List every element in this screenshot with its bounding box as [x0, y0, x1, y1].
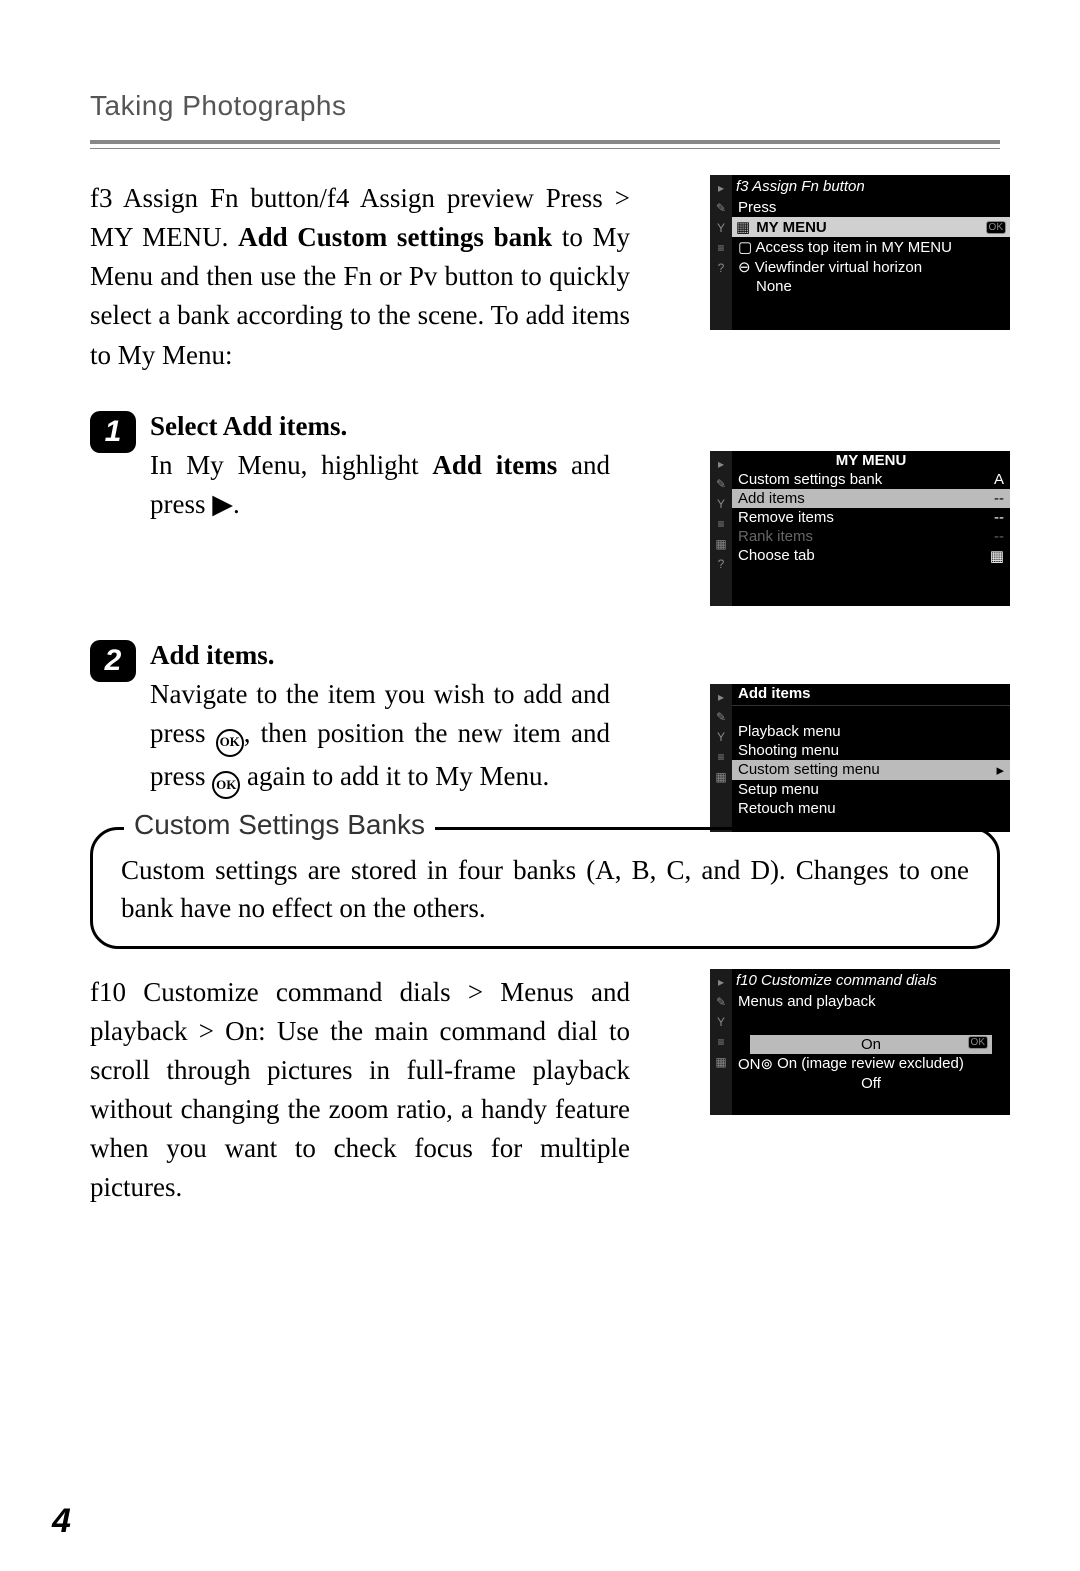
- screenshot-my-menu: ▸ ✎ Y ≡ ▦ ? MY MENU Custom settings bank…: [710, 451, 1010, 606]
- step2-body: Navigate to the item you wish to add and…: [150, 675, 610, 799]
- callout-custom-settings-banks: Custom Settings Banks Custom settings ar…: [90, 827, 1000, 949]
- intro-bold: Add Custom settings bank: [238, 222, 552, 252]
- shot-b-row: Remove items: [738, 509, 834, 526]
- ok-glyph-icon: OK: [212, 771, 240, 799]
- side-icon: Y: [717, 1015, 725, 1029]
- shot-b-title: MY MENU: [732, 451, 1010, 470]
- side-icon: ✎: [716, 477, 726, 491]
- shot-d-item: Off: [861, 1075, 881, 1092]
- shot-a-item: Viewfinder virtual horizon: [755, 259, 922, 276]
- ok-badge-icon: OK: [968, 1036, 988, 1049]
- step2-title-b: Add items.: [150, 640, 275, 670]
- side-icon: ▸: [718, 690, 724, 704]
- side-icon: ?: [718, 261, 725, 275]
- side-icon: ≡: [717, 750, 724, 764]
- shot-a-sub: Press: [738, 199, 776, 216]
- side-icon: ▸: [718, 975, 724, 989]
- callout-body: Custom settings are stored in four banks…: [90, 827, 1000, 949]
- screenshot-add-items: ▸ ✎ Y ≡ ▦ Add items Playback menu Shooti…: [710, 684, 1010, 832]
- shot-a-item: Access top item in MY MENU: [756, 239, 952, 256]
- side-icon: ▦: [715, 770, 726, 784]
- mymenu-icon: ▦: [736, 218, 750, 236]
- intro-paragraph: f3 Assign Fn button/f4 Assign preview Pr…: [90, 179, 630, 375]
- shot-c-item: Playback menu: [738, 723, 841, 740]
- side-icon: Y: [717, 221, 725, 235]
- side-icon: ✎: [716, 710, 726, 724]
- shot-b-row: Custom settings bank: [738, 471, 882, 488]
- shot-b-row: Add items: [738, 490, 805, 507]
- step1-title-b: Add items.: [223, 411, 348, 441]
- side-icon: ▸: [718, 457, 724, 471]
- side-icon: ▦: [715, 537, 726, 551]
- header-rule: [90, 140, 1000, 149]
- shot-d-item: On (image review excluded): [777, 1055, 964, 1073]
- shot-b-row: Choose tab: [738, 547, 815, 565]
- side-icon: ▸: [718, 181, 724, 195]
- screenshot-assign-fn: ▸ ✎ Y ≡ ? f3 Assign Fn button Press ▦ MY…: [710, 175, 1010, 330]
- shot-a-title: f3 Assign Fn button: [736, 178, 865, 195]
- callout-title: Custom Settings Banks: [124, 809, 435, 841]
- page-number: 4: [52, 1502, 71, 1541]
- shot-d-item: On: [861, 1036, 881, 1053]
- ok-glyph-icon: OK: [216, 729, 244, 757]
- shot-c-item: Retouch menu: [738, 800, 836, 817]
- shot-c-item: Setup menu: [738, 781, 819, 798]
- step1-title-a: Select: [150, 411, 223, 441]
- shot-c-item: Shooting menu: [738, 742, 839, 759]
- screenshot-customize-dials: ▸ ✎ Y ≡ ▦ f10 Customize command dials Me…: [710, 969, 1010, 1115]
- shot-a-item: None: [738, 278, 792, 295]
- para2: f10 Customize command dials > Menus and …: [90, 973, 630, 1208]
- side-icon: ≡: [717, 241, 724, 255]
- side-icon: ≡: [717, 517, 724, 531]
- shot-c-item: Custom setting menu: [738, 761, 880, 779]
- side-icon: ▦: [715, 1055, 726, 1069]
- step-number-badge: 1: [90, 411, 136, 453]
- side-icon: ?: [718, 557, 725, 571]
- side-icon: Y: [717, 730, 725, 744]
- on-prefix: ON⊚: [738, 1055, 773, 1073]
- ok-badge-icon: OK: [986, 221, 1006, 234]
- step-number-badge: 2: [90, 640, 136, 682]
- side-icon: ✎: [716, 201, 726, 215]
- shot-c-title: Add items: [732, 684, 1010, 703]
- shot-d-title: f10 Customize command dials: [736, 972, 937, 989]
- shot-d-sub: Menus and playback: [732, 992, 1010, 1011]
- side-icon: ✎: [716, 995, 726, 1009]
- page-header: Taking Photographs: [90, 90, 1000, 122]
- shot-b-row: Rank items: [738, 528, 813, 545]
- side-icon: ≡: [717, 1035, 724, 1049]
- step1-body: In My Menu, highlight Add items and pres…: [150, 446, 610, 524]
- side-icon: Y: [717, 497, 725, 511]
- shot-a-bar: MY MENU: [756, 219, 827, 236]
